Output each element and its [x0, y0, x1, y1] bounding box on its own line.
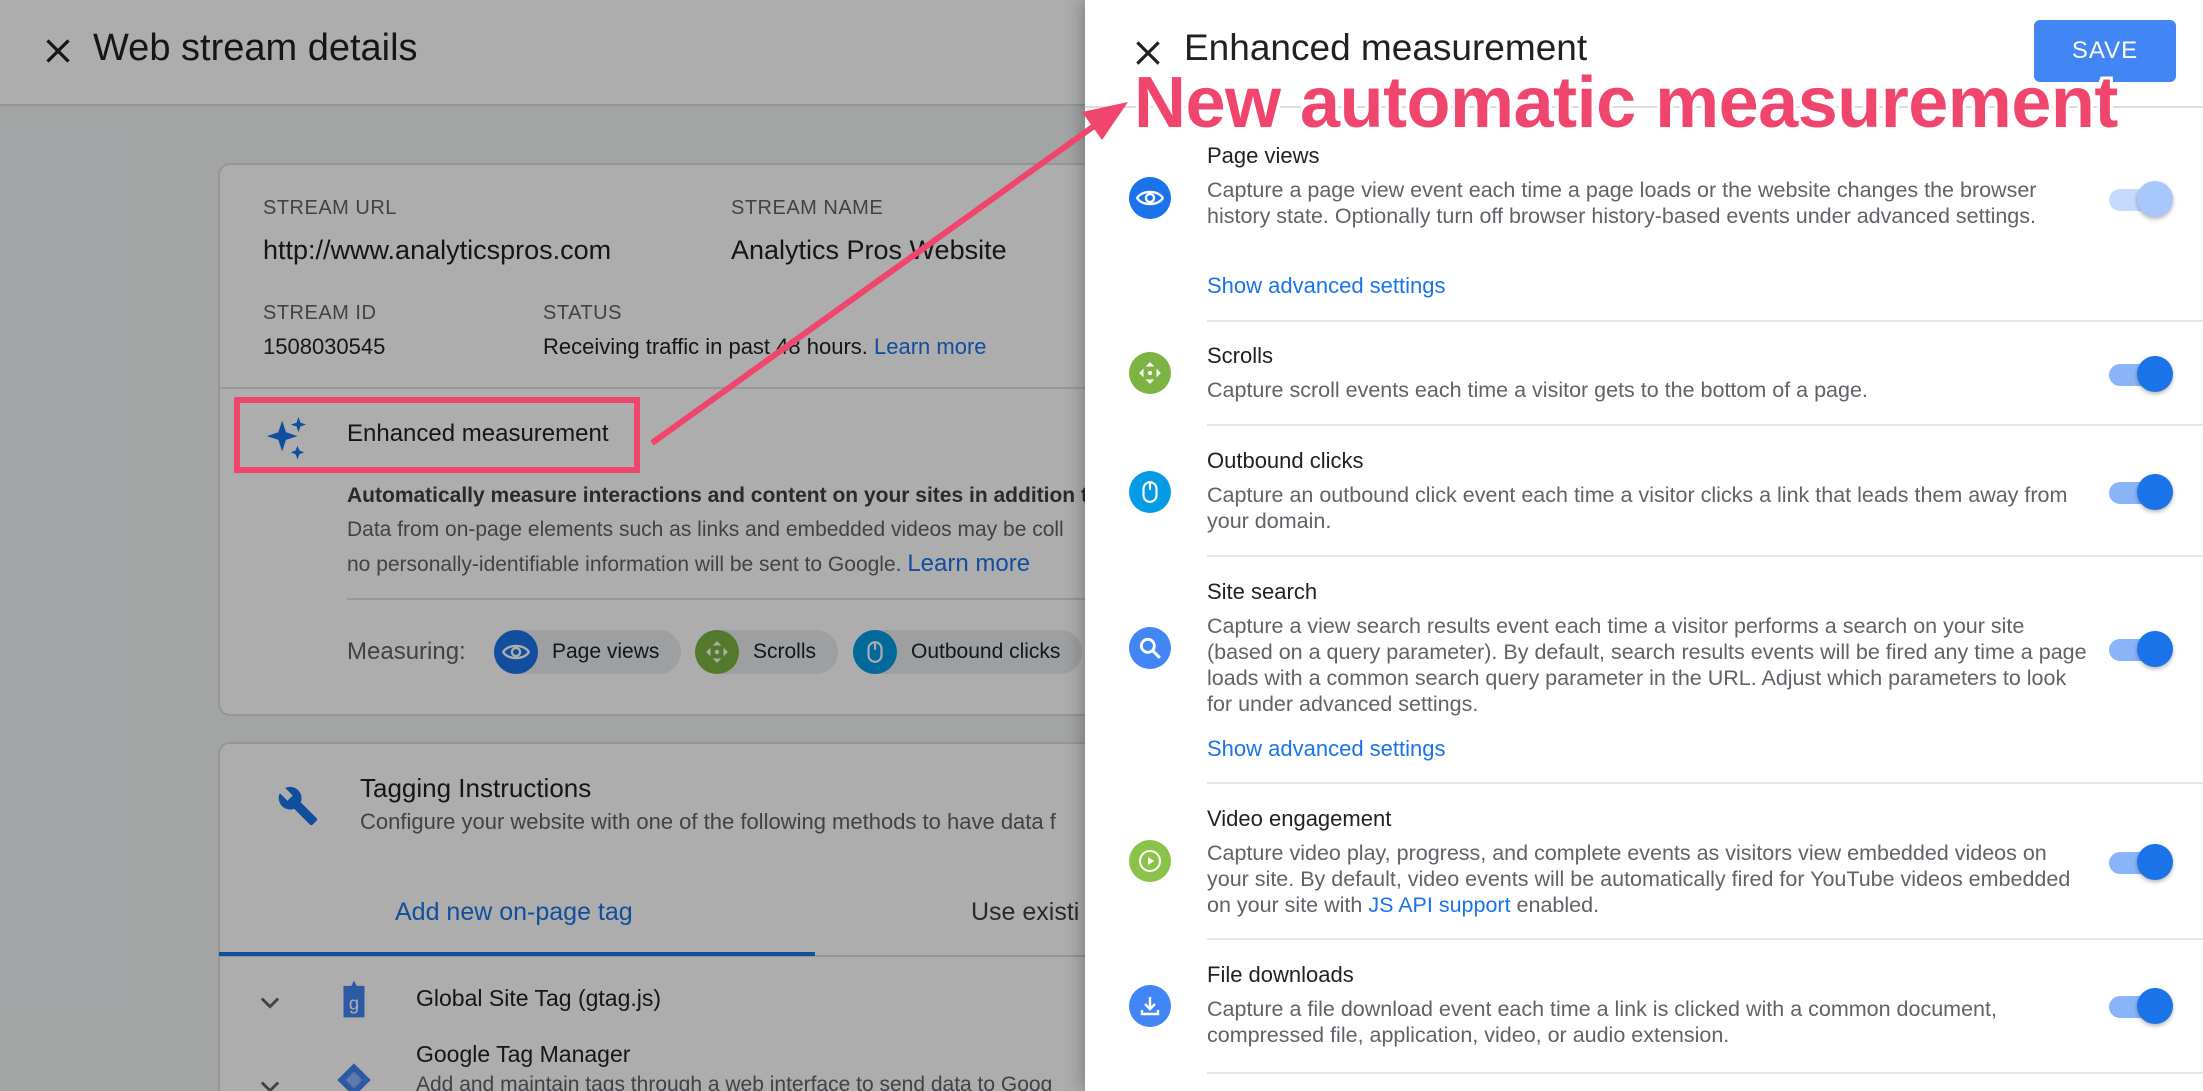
annotation-highlight-box — [234, 397, 640, 473]
setting-description: Capture a file download event each time … — [1207, 997, 1997, 1047]
setting-description: Capture a page view event each time a pa… — [1207, 178, 2037, 228]
outbound-clicks-toggle[interactable] — [2109, 474, 2173, 510]
setting-title: Scrolls — [1207, 343, 1274, 368]
play-icon — [1129, 840, 1171, 882]
separator — [1207, 424, 2203, 426]
mouse-icon — [1129, 471, 1171, 513]
separator — [1207, 938, 2203, 940]
toggle-knob — [2137, 631, 2173, 667]
setting-description: Capture video play, progress, and comple… — [1207, 840, 2087, 918]
page-views-toggle[interactable] — [2109, 181, 2173, 217]
toggle-knob — [2137, 844, 2173, 880]
setting-description: Capture a view search results event each… — [1207, 614, 2087, 716]
toggle-knob — [2137, 356, 2173, 392]
toggle-knob — [2137, 474, 2173, 510]
file-downloads-toggle[interactable] — [2109, 988, 2173, 1024]
setting-title: Site search — [1207, 579, 1318, 604]
show-advanced-settings-link[interactable]: Show advanced settings — [1207, 273, 1446, 299]
annotation-label: New automatic measurement — [1134, 63, 2118, 143]
toggle-knob — [2137, 181, 2173, 217]
scrolls-toggle[interactable] — [2109, 356, 2173, 392]
setting-title: Video engagement — [1207, 806, 1392, 831]
search-icon — [1129, 627, 1171, 669]
video-engagement-toggle[interactable] — [2109, 844, 2173, 880]
show-advanced-settings-link[interactable]: Show advanced settings — [1207, 736, 1446, 762]
setting-title: Page views — [1207, 143, 1320, 168]
video-desc-end: enabled. — [1516, 893, 1600, 917]
separator — [1207, 782, 2203, 784]
separator — [1207, 555, 2203, 557]
separator — [1207, 1072, 2203, 1074]
enhanced-measurement-panel: Enhanced measurement SAVE Page views Cap… — [1085, 0, 2203, 1091]
video-desc-text: Capture video play, progress, and comple… — [1207, 841, 2071, 917]
download-icon — [1129, 985, 1171, 1027]
setting-title: File downloads — [1207, 962, 1354, 987]
eye-icon — [1129, 177, 1171, 219]
site-search-toggle[interactable] — [2109, 631, 2173, 667]
toggle-knob — [2137, 988, 2173, 1024]
separator — [1207, 320, 2203, 322]
setting-title: Outbound clicks — [1207, 448, 1364, 473]
setting-description: Capture scroll events each time a visito… — [1207, 378, 1868, 402]
setting-description: Capture an outbound click event each tim… — [1207, 483, 2068, 533]
js-api-support-link[interactable]: JS API support — [1368, 893, 1510, 917]
scroll-arrows-icon — [1129, 352, 1171, 394]
